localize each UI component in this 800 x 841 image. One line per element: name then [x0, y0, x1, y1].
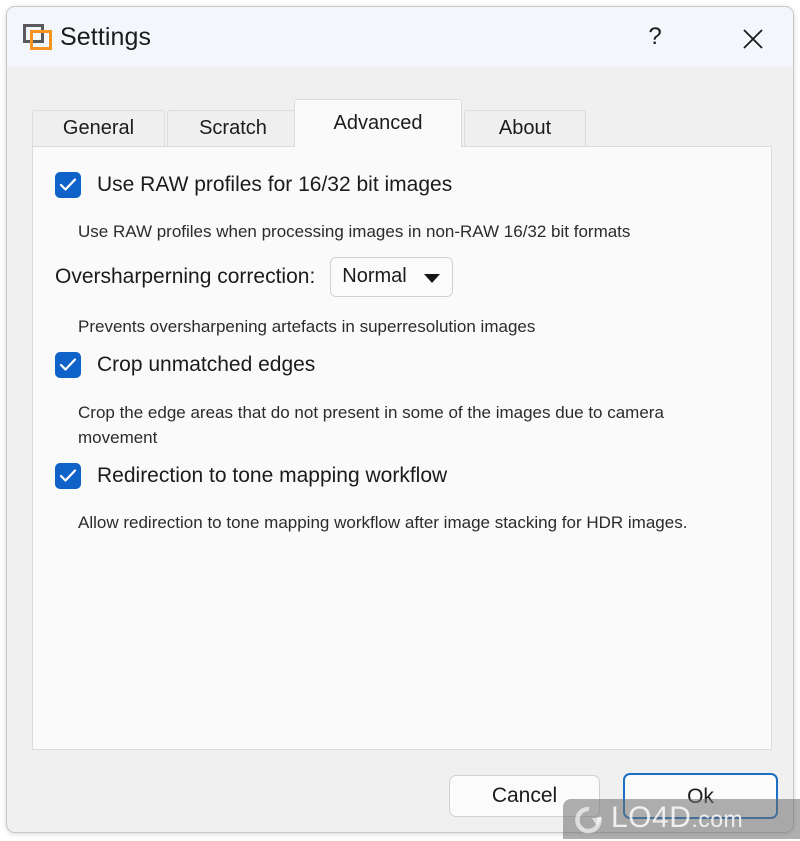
watermark: LO4D.com [563, 799, 800, 839]
tab-general[interactable]: General [32, 110, 165, 147]
description-raw-profiles: Use RAW profiles when processing images … [78, 222, 631, 241]
description-oversharpening: Prevents oversharpening artefacts in sup… [78, 317, 536, 336]
tab-scratch[interactable]: Scratch [167, 110, 299, 147]
checkbox-raw-profiles[interactable] [55, 172, 81, 198]
app-window-icon [23, 24, 52, 50]
title-bar: Settings ? [7, 7, 793, 67]
checkbox-row-raw-profiles[interactable]: Use RAW profiles for 16/32 bit images [55, 172, 452, 198]
watermark-brand: LO4D [611, 801, 692, 834]
watermark-logo-icon [573, 804, 605, 841]
chevron-down-icon [424, 274, 441, 283]
tab-about[interactable]: About [464, 110, 586, 147]
active-tab-merge-strip [295, 146, 436, 148]
help-button[interactable]: ? [633, 18, 677, 56]
label-oversharpening-correction: Oversharperning correction: [55, 265, 316, 288]
watermark-suffix: .com [691, 806, 744, 832]
select-value-oversharpening: Normal [342, 265, 407, 287]
advanced-settings-panel: Use RAW profiles for 16/32 bit images Us… [32, 146, 772, 750]
checkbox-row-tone-mapping[interactable]: Redirection to tone mapping workflow [55, 463, 447, 489]
app-icon-orange-frame [30, 30, 52, 50]
settings-window: Settings ? General Scratch Advanced Abou… [6, 6, 794, 833]
checkbox-crop-edges[interactable] [55, 352, 81, 378]
label-tone-mapping: Redirection to tone mapping workflow [97, 464, 448, 487]
tab-strip: General Scratch Advanced About [32, 99, 772, 147]
checkbox-tone-mapping[interactable] [55, 463, 81, 489]
tab-advanced[interactable]: Advanced [294, 99, 462, 147]
checkbox-row-crop-edges[interactable]: Crop unmatched edges [55, 352, 315, 378]
watermark-text: LO4D.com [611, 801, 743, 835]
close-icon[interactable] [730, 18, 776, 56]
label-crop-edges: Crop unmatched edges [97, 353, 316, 376]
select-oversharpening-correction[interactable]: Normal [330, 257, 454, 297]
description-tone-mapping: Allow redirection to tone mapping workfl… [78, 513, 688, 532]
label-raw-profiles: Use RAW profiles for 16/32 bit images [97, 173, 453, 196]
description-crop-edges: Crop the edge areas that do not present … [78, 403, 664, 447]
oversharpening-row: Oversharperning correction: Normal [55, 257, 454, 297]
page-title: Settings [60, 23, 152, 51]
